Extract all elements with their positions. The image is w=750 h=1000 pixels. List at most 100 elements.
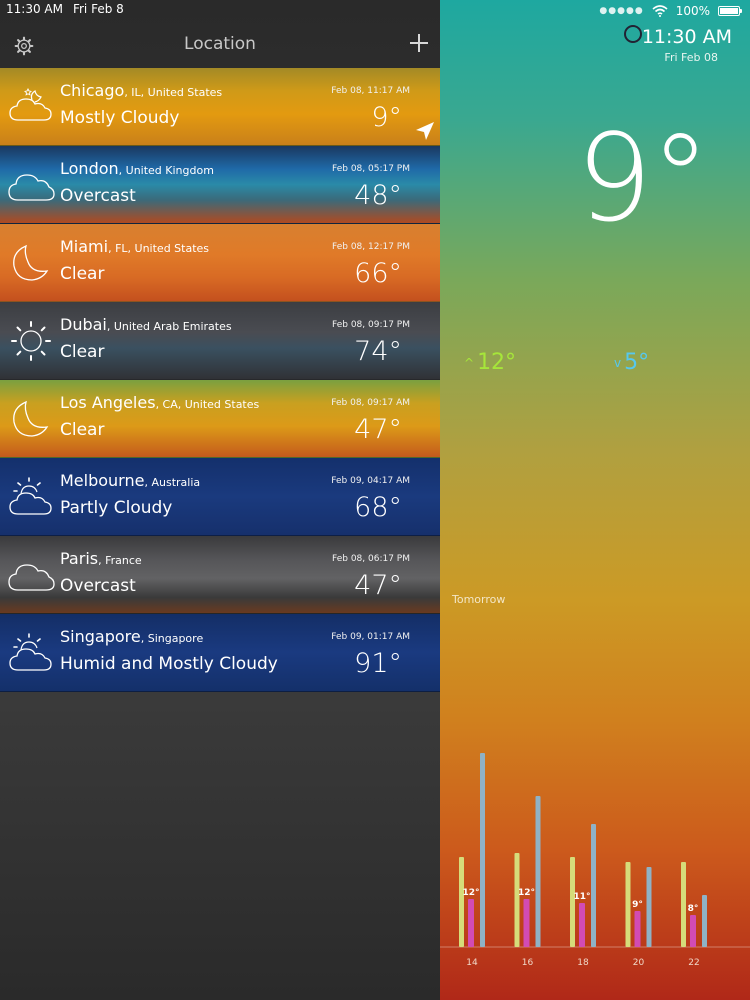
hour-bar-light	[681, 862, 686, 947]
city-region: , Australia	[144, 476, 201, 489]
location-city: Los Angeles, CA, United States	[60, 393, 259, 412]
location-condition: Mostly Cloudy	[60, 108, 180, 128]
location-condition: Clear	[60, 420, 105, 440]
hour-temp-bar	[579, 903, 585, 947]
cloud-icon	[8, 174, 55, 201]
city-name: Los Angeles	[60, 393, 156, 412]
status-bar-left: 11:30 AM Fri Feb 8	[6, 2, 124, 16]
status-bar-right: ●●●●● 100%	[599, 2, 742, 20]
low-temp-value: 5°	[624, 350, 650, 375]
location-time: Feb 08, 12:17 PM	[332, 242, 410, 252]
location-temp: 9°	[371, 102, 402, 133]
hour-bar-blue	[646, 867, 652, 947]
add-location-button[interactable]	[408, 32, 430, 54]
partly-cloudy-night-icon	[9, 87, 52, 121]
hour-temp-label: 11°	[573, 892, 590, 902]
hour-bar-light	[514, 853, 520, 947]
hour-temp-label: 12°	[462, 888, 479, 898]
status-time: 11:30 AM	[6, 2, 63, 16]
locations-sidebar: 11:30 AM Fri Feb 8 Location Chicago, IL,…	[0, 0, 440, 1000]
city-name: London	[60, 159, 119, 178]
current-temperature: 9°	[576, 110, 710, 249]
hour-tick-label: 20	[633, 958, 645, 968]
location-row-chicago[interactable]: Chicago, IL, United States Mostly Cloudy…	[0, 68, 440, 146]
sidebar-title: Location	[184, 34, 256, 54]
city-name: Dubai	[60, 315, 107, 334]
location-time: Feb 08, 06:17 PM	[332, 554, 410, 564]
location-row-los-angeles[interactable]: Los Angeles, CA, United States Clear Feb…	[0, 380, 440, 458]
location-temp: 68°	[354, 492, 402, 523]
location-row-miami[interactable]: Miami, FL, United States Clear Feb 08, 1…	[0, 224, 440, 302]
location-condition: Clear	[60, 342, 105, 362]
current-time: 11:30 AM	[641, 26, 732, 48]
hour-bar-blue	[480, 753, 485, 947]
location-city: Melbourne, Australia	[60, 471, 200, 490]
city-name: Paris	[60, 549, 99, 568]
hour-bar-blue	[535, 796, 541, 947]
hour-temp-label: 9°	[632, 900, 643, 910]
hour-tick-label: 14	[466, 958, 478, 968]
sidebar-header: Location	[0, 20, 440, 68]
location-condition: Overcast	[60, 186, 136, 206]
location-city: Dubai, United Arab Emirates	[60, 315, 232, 334]
location-time: Feb 08, 09:17 AM	[331, 398, 410, 408]
signal-dots-icon: ●●●●●	[599, 6, 644, 16]
current-location-icon	[416, 122, 434, 140]
hour-temp-bar	[634, 911, 641, 947]
city-region: , France	[98, 554, 142, 567]
location-row-london[interactable]: London, United Kingdom Overcast Feb 08, …	[0, 146, 440, 224]
low-temperature: v 5°	[614, 350, 649, 375]
current-date: Fri Feb 08	[664, 51, 718, 64]
status-date: Fri Feb 8	[72, 2, 124, 16]
location-list: Chicago, IL, United States Mostly Cloudy…	[0, 68, 440, 692]
battery-percent: 100%	[675, 4, 710, 18]
location-row-dubai[interactable]: Dubai, United Arab Emirates Clear Feb 08…	[0, 302, 440, 380]
weather-detail-panel: ●●●●● 100% 11:30 AM Fri Feb 08 9° ^ 12° v…	[440, 0, 750, 1000]
city-region: , Singapore	[140, 632, 204, 645]
location-row-paris[interactable]: Paris, France Overcast Feb 08, 06:17 PM …	[0, 536, 440, 614]
location-row-singapore[interactable]: Singapore, Singapore Humid and Mostly Cl…	[0, 614, 440, 692]
location-time: Feb 09, 01:17 AM	[331, 632, 410, 642]
hour-bar-light	[625, 862, 631, 947]
city-name: Chicago	[60, 81, 125, 100]
location-time: Feb 08, 05:17 PM	[332, 164, 410, 174]
location-city: London, United Kingdom	[60, 159, 214, 178]
hour-bar-light	[459, 857, 464, 947]
partly-cloudy-icon	[9, 633, 52, 671]
hour-tick-label: 18	[577, 958, 589, 968]
clock-icon	[624, 25, 642, 43]
city-name: Miami	[60, 237, 109, 256]
up-chevron-icon: ^	[464, 356, 475, 370]
location-temp: 66°	[354, 258, 402, 289]
location-city: Chicago, IL, United States	[60, 81, 222, 100]
city-region: , IL, United States	[124, 86, 223, 99]
city-region: , United Arab Emirates	[106, 320, 232, 333]
hourly-forecast-chart: 12° 14 12° 16 11° 18 9° 20 8° 22	[440, 753, 750, 968]
partly-cloudy-icon	[9, 477, 52, 515]
hour-tick-label: 16	[522, 958, 534, 968]
city-region: , United Kingdom	[118, 164, 214, 177]
hour-bar-blue	[702, 895, 707, 947]
down-chevron-icon: v	[614, 356, 622, 370]
wifi-icon	[652, 5, 668, 17]
city-name: Singapore	[60, 627, 141, 646]
location-city: Singapore, Singapore	[60, 627, 203, 646]
location-temp: 47°	[354, 414, 402, 445]
location-row-melbourne[interactable]: Melbourne, Australia Partly Cloudy Feb 0…	[0, 458, 440, 536]
location-condition: Humid and Mostly Cloudy	[60, 654, 278, 674]
city-region: , FL, United States	[108, 242, 210, 255]
moon-icon	[13, 244, 49, 281]
location-condition: Clear	[60, 264, 105, 284]
high-temp-value: 12°	[477, 350, 517, 375]
cloud-icon	[8, 564, 55, 591]
city-region: , CA, United States	[155, 398, 260, 411]
high-temperature: ^ 12°	[464, 350, 516, 375]
sun-icon	[11, 321, 51, 361]
hour-temp-bar	[468, 899, 474, 947]
location-condition: Partly Cloudy	[60, 498, 173, 518]
location-temp: 48°	[354, 180, 402, 211]
battery-icon	[718, 6, 742, 16]
location-city: Paris, France	[60, 549, 142, 568]
tomorrow-label: Tomorrow	[452, 593, 506, 606]
location-city: Miami, FL, United States	[60, 237, 209, 256]
